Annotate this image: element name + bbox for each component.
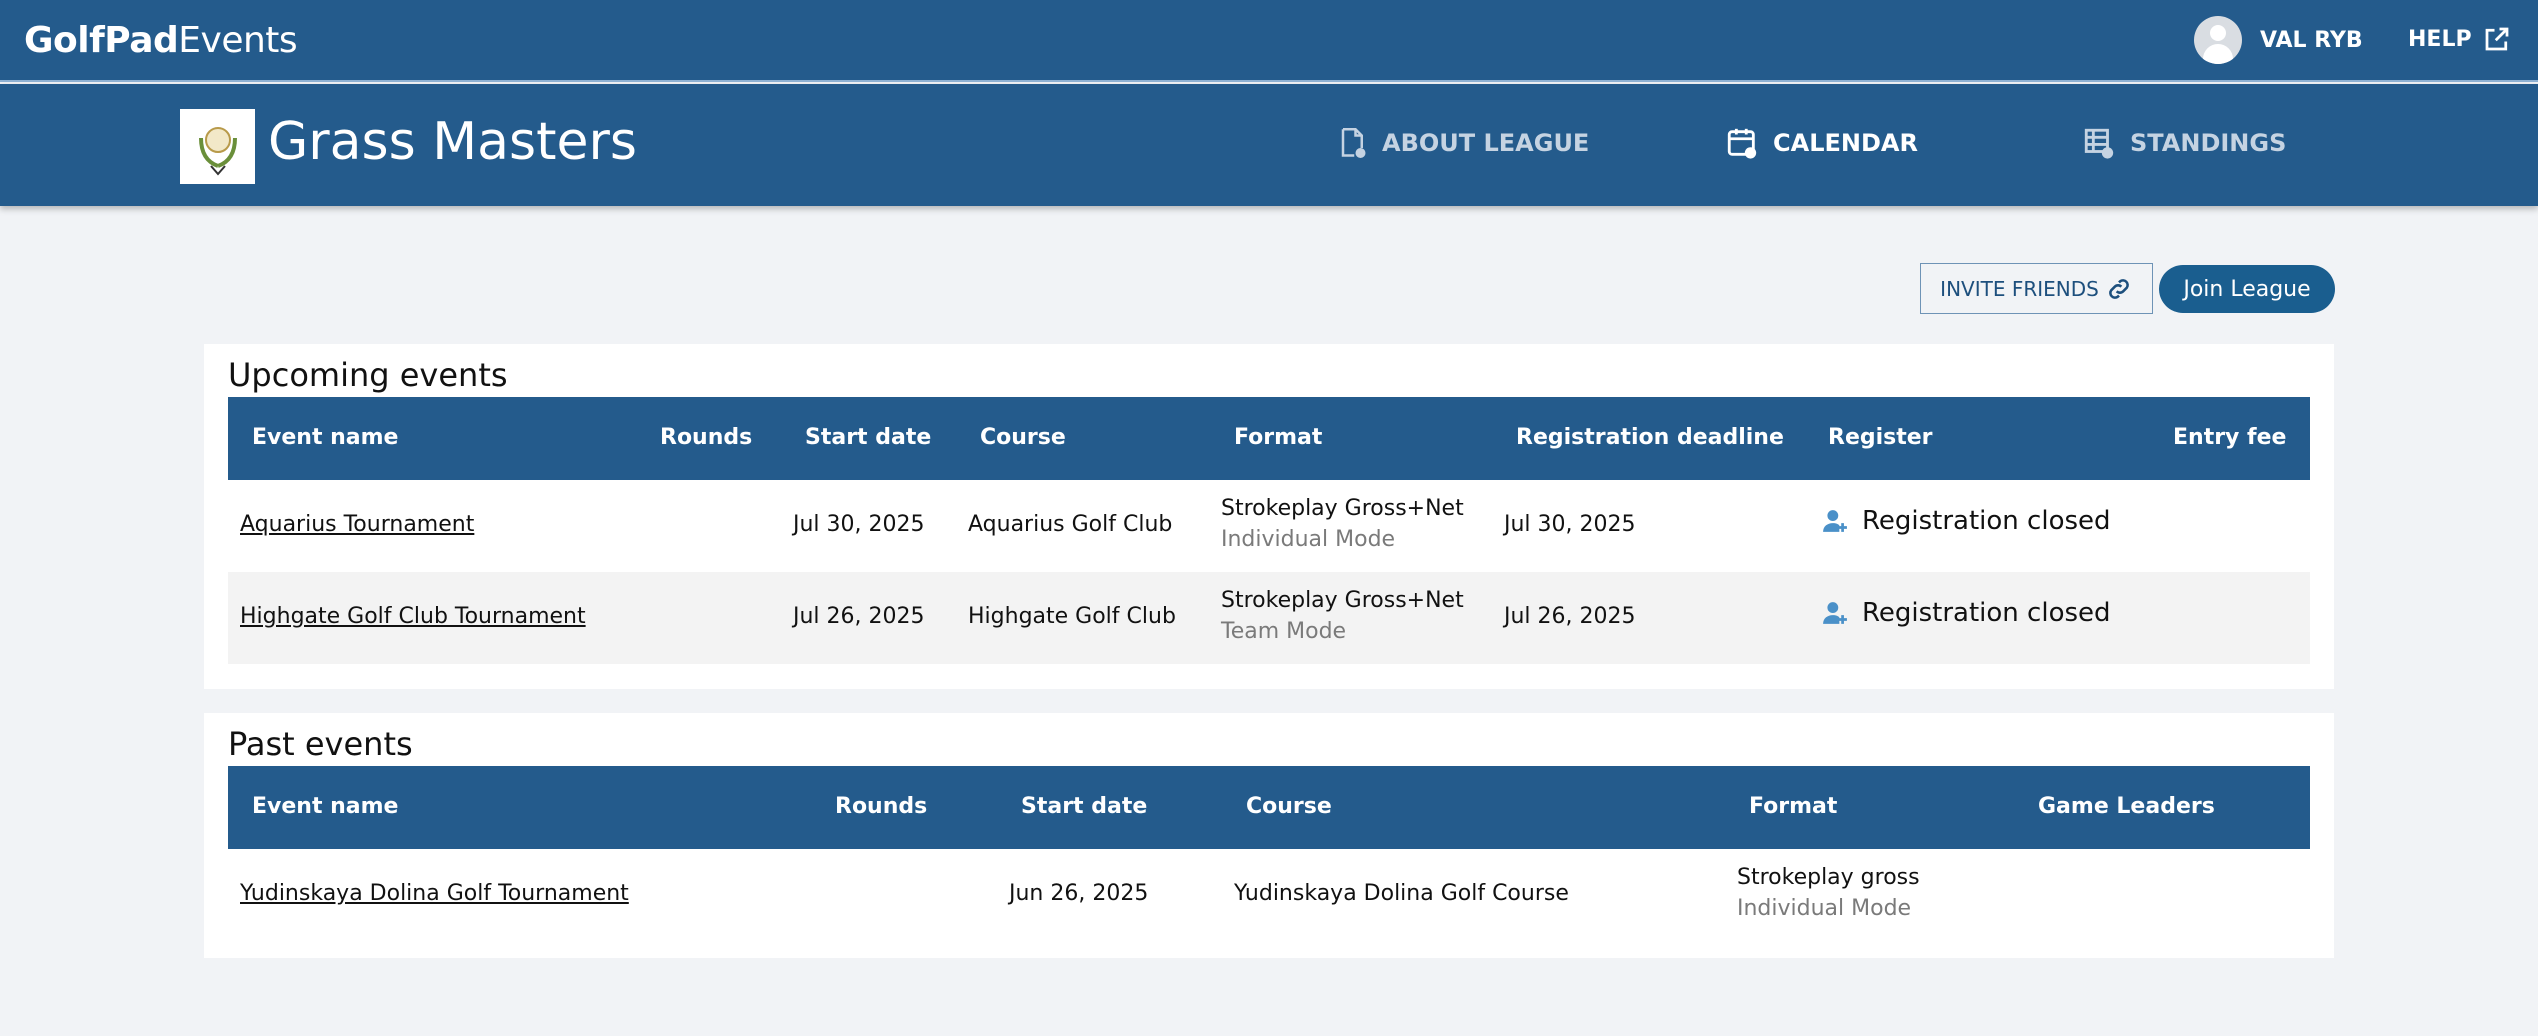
- col-course: Course: [980, 425, 1066, 450]
- event-course: Aquarius Golf Club: [968, 512, 1173, 537]
- past-events-card: Past events Event name Rounds Start date…: [204, 713, 2334, 958]
- col-rounds: Rounds: [660, 425, 753, 450]
- user-name: VAL RYB: [2260, 27, 2363, 53]
- table-info-icon: [2084, 128, 2114, 159]
- event-start-date: Jul 26, 2025: [793, 604, 925, 629]
- col-format: Format: [1234, 425, 1323, 450]
- event-format: Strokeplay Gross+Net: [1221, 588, 1464, 613]
- event-format: Strokeplay gross: [1737, 865, 1920, 890]
- event-course: Highgate Golf Club: [968, 604, 1176, 629]
- event-name-link[interactable]: Highgate Golf Club Tournament: [240, 604, 586, 629]
- tab-calendar[interactable]: CALENDAR: [1725, 126, 1918, 160]
- invite-friends-button[interactable]: INVITE FRIENDS: [1920, 263, 2153, 314]
- col-registration-deadline: Registration deadline: [1516, 425, 1784, 450]
- col-entry-fee: Entry fee: [2173, 425, 2287, 450]
- add-person-icon: [1823, 510, 1847, 532]
- event-mode: Individual Mode: [1221, 527, 1396, 552]
- col-rounds: Rounds: [835, 794, 928, 819]
- tab-about-league-label: ABOUT LEAGUE: [1382, 129, 1590, 157]
- registration-status: Registration closed: [1822, 506, 2111, 536]
- col-start-date: Start date: [1021, 794, 1148, 819]
- event-start-date: Jun 26, 2025: [1009, 881, 1149, 906]
- table-row: Highgate Golf Club Tournament Jul 26, 20…: [228, 572, 2310, 664]
- col-format: Format: [1749, 794, 1838, 819]
- external-link-icon: [2485, 27, 2508, 51]
- top-bar: GolfPadEvents VAL RYB HELP: [0, 0, 2538, 82]
- event-registration-deadline: Jul 30, 2025: [1504, 512, 1636, 537]
- past-table-header: Event name Rounds Start date Course Form…: [228, 766, 2310, 849]
- calendar-check-icon: [1727, 128, 1757, 159]
- event-format: Strokeplay Gross+Net: [1221, 496, 1464, 521]
- invite-friends-label: INVITE FRIENDS: [1940, 276, 2099, 301]
- col-event-name: Event name: [252, 794, 399, 819]
- laurel-emblem-icon: [198, 126, 237, 176]
- tab-about-league[interactable]: ABOUT LEAGUE: [1338, 126, 1589, 160]
- event-name-link[interactable]: Aquarius Tournament: [240, 512, 474, 537]
- col-register: Register: [1828, 425, 1933, 450]
- league-title: Grass Masters: [268, 112, 637, 172]
- event-course: Yudinskaya Dolina Golf Course: [1234, 881, 1569, 906]
- link-icon: [2108, 278, 2129, 299]
- upcoming-events-title: Upcoming events: [228, 356, 508, 394]
- tab-standings[interactable]: STANDINGS: [2082, 126, 2286, 160]
- avatar-icon: [2194, 16, 2242, 64]
- league-header: Grass Masters ABOUT LEAGUE CALENDAR STAN…: [0, 84, 2538, 206]
- col-course: Course: [1246, 794, 1332, 819]
- event-name-link[interactable]: Yudinskaya Dolina Golf Tournament: [240, 881, 629, 906]
- brand-bold: GolfPad: [24, 20, 179, 61]
- upcoming-events-card: Upcoming events Event name Rounds Start …: [204, 344, 2334, 689]
- col-game-leaders: Game Leaders: [2038, 794, 2215, 819]
- user-menu[interactable]: VAL RYB: [2194, 16, 2363, 64]
- upcoming-table-header: Event name Rounds Start date Course Form…: [228, 397, 2310, 480]
- col-start-date: Start date: [805, 425, 932, 450]
- event-start-date: Jul 30, 2025: [793, 512, 925, 537]
- registration-status: Registration closed: [1822, 598, 2111, 628]
- help-label: HELP: [2408, 26, 2472, 52]
- registration-status-label: Registration closed: [1862, 598, 2111, 628]
- tab-standings-label: STANDINGS: [2130, 129, 2287, 157]
- join-league-button[interactable]: Join League: [2159, 265, 2335, 313]
- past-events-title: Past events: [228, 725, 413, 763]
- help-link[interactable]: HELP: [2408, 24, 2512, 54]
- event-mode: Team Mode: [1221, 619, 1347, 644]
- table-row: Yudinskaya Dolina Golf Tournament Jun 26…: [228, 849, 2310, 941]
- tab-calendar-label: CALENDAR: [1773, 129, 1918, 157]
- add-person-icon: [1823, 602, 1847, 624]
- document-info-icon: [1341, 128, 1366, 158]
- col-event-name: Event name: [252, 425, 399, 450]
- golfpad-logo[interactable]: GolfPadEvents: [24, 20, 298, 61]
- league-logo: [180, 109, 255, 184]
- join-league-label: Join League: [2183, 276, 2311, 302]
- event-registration-deadline: Jul 26, 2025: [1504, 604, 1636, 629]
- registration-status-label: Registration closed: [1862, 506, 2111, 536]
- event-mode: Individual Mode: [1737, 896, 1912, 921]
- brand-light: Events: [178, 20, 298, 61]
- table-row: Aquarius Tournament Jul 30, 2025 Aquariu…: [228, 480, 2310, 572]
